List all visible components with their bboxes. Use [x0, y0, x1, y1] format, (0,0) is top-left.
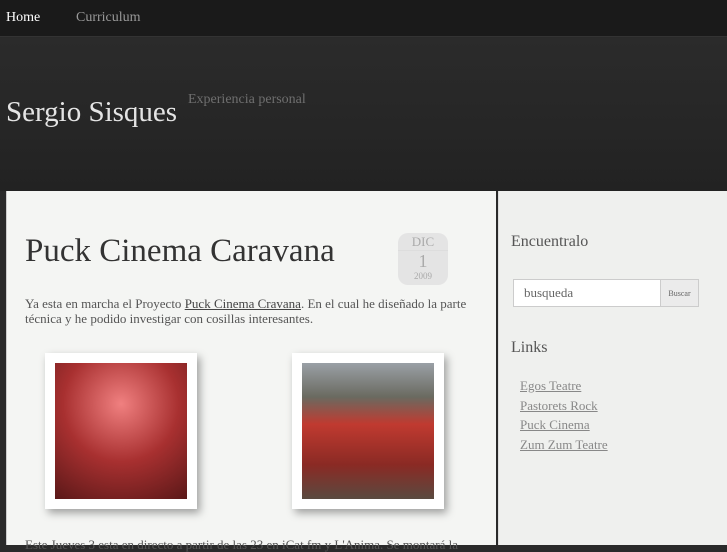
date-month: DIC — [398, 234, 448, 251]
search-heading: Encuentralo — [511, 233, 589, 250]
link-puck-cinema[interactable]: Puck Cinema — [520, 417, 590, 432]
post-date-badge: DIC 1 2009 — [398, 233, 448, 285]
project-link[interactable]: Puck Cinema Cravana — [185, 296, 301, 311]
list-item: Egos Teatre — [520, 377, 608, 397]
date-year: 2009 — [414, 271, 432, 281]
links-list: Egos Teatre Pastorets Rock Puck Cinema Z… — [520, 377, 608, 455]
links-heading: Links — [511, 339, 548, 356]
sidebar: Encuentralo Buscar Links Egos Teatre Pas… — [498, 191, 727, 545]
post-title[interactable]: Puck Cinema Caravana — [25, 233, 335, 270]
site-header: Sergio Sisques Experiencia personal — [0, 38, 727, 191]
nav-curriculum[interactable]: Curriculum — [76, 10, 141, 26]
search-form: Buscar — [513, 279, 699, 307]
site-tagline: Experiencia personal — [188, 92, 306, 107]
nav-home[interactable]: Home — [6, 10, 40, 26]
search-button[interactable]: Buscar — [660, 280, 698, 306]
top-nav: Home Curriculum — [0, 0, 727, 37]
site-title[interactable]: Sergio Sisques — [6, 96, 177, 129]
intro-text: Ya esta en marcha el Proyecto — [25, 296, 185, 311]
link-egos-teatre[interactable]: Egos Teatre — [520, 378, 581, 393]
photo-caravan-exterior[interactable] — [292, 353, 444, 509]
link-pastorets-rock[interactable]: Pastorets Rock — [520, 398, 598, 413]
photo-caravan-interior[interactable] — [45, 353, 197, 509]
link-zum-zum-teatre[interactable]: Zum Zum Teatre — [520, 437, 608, 452]
list-item: Puck Cinema — [520, 416, 608, 436]
list-item: Zum Zum Teatre — [520, 436, 608, 456]
date-day: 1 — [418, 251, 428, 271]
post-intro: Ya esta en marcha el Proyecto Puck Cinem… — [25, 296, 475, 326]
search-input[interactable] — [514, 280, 662, 306]
list-item: Pastorets Rock — [520, 397, 608, 417]
post-content: Puck Cinema Caravana DIC 1 2009 Ya esta … — [6, 191, 496, 552]
